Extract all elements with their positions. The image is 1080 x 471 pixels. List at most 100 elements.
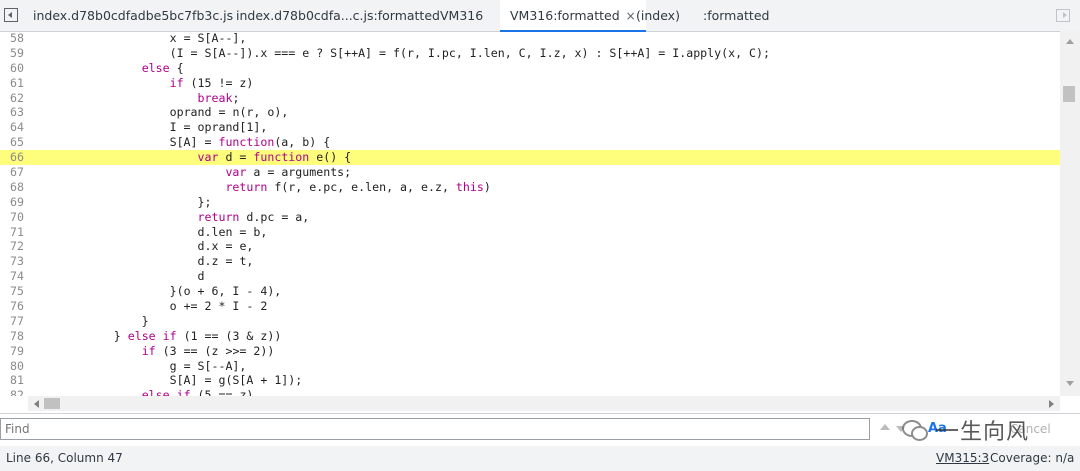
line-number[interactable]: 80 [0, 359, 24, 374]
line-number[interactable]: 64 [0, 120, 24, 135]
coverage-status: Coverage: n/a [990, 451, 1075, 465]
line-number[interactable]: 59 [0, 46, 24, 61]
code-line[interactable]: 82 else if (5 == z) [0, 388, 1060, 396]
keyword-token: else [127, 328, 156, 343]
code-line[interactable]: 68 return f(r, e.pc, e.len, a, e.z, this… [0, 180, 1060, 195]
line-number[interactable]: 61 [0, 76, 24, 91]
code-text: o += 2 * I - 2 [169, 299, 268, 314]
tab-index-js[interactable]: index.d78b0cdfadbe5bc7fb3c.js [33, 0, 233, 31]
code-line[interactable]: 73 d.z = t, [0, 254, 1060, 269]
code-line[interactable]: 76 o += 2 * I - 2 [0, 299, 1060, 314]
keyword-token: else [141, 388, 170, 396]
code-line[interactable]: 75 }(o + 6, I - 4), [0, 284, 1060, 299]
code-text: g = S[--A], [169, 358, 247, 373]
tab-index-html[interactable]: (index) [636, 0, 680, 31]
code-line[interactable]: 81 S[A] = g(S[A + 1]); [0, 373, 1060, 388]
code-line[interactable]: 80 g = S[--A], [0, 359, 1060, 374]
code-line[interactable]: 63 oprand = n(r, o), [0, 105, 1060, 120]
line-number[interactable]: 76 [0, 299, 24, 314]
code-line[interactable]: 58 x = S[A--], [0, 31, 1060, 46]
tab-vm316[interactable]: VM316 [440, 0, 483, 31]
find-previous-icon[interactable] [880, 424, 890, 430]
code-editor[interactable]: 58 x = S[A--], 59 (I = S[A--]).x === e ? … [0, 31, 1060, 396]
scroll-thumb[interactable] [1063, 86, 1075, 102]
code-line[interactable]: 72 d.x = e, [0, 239, 1060, 254]
code-text: d.z = t, [197, 254, 254, 269]
horizontal-scroll-thumb[interactable] [44, 398, 60, 409]
line-number[interactable]: 81 [0, 373, 24, 388]
tab-formatted[interactable]: :formatted [703, 0, 769, 31]
code-text: return d.pc = a, [197, 209, 310, 224]
line-number[interactable]: 77 [0, 314, 24, 329]
code-text: var a = arguments; [225, 165, 352, 180]
line-number[interactable]: 70 [0, 210, 24, 225]
code-line[interactable]: 79 if (3 == (z >>= 2)) [0, 344, 1060, 359]
keyword-token: this [455, 179, 484, 194]
line-number[interactable]: 74 [0, 269, 24, 284]
line-number[interactable]: 66 [0, 150, 24, 165]
scroll-left-icon[interactable] [34, 400, 39, 408]
line-number[interactable]: 69 [0, 195, 24, 210]
line-number[interactable]: 60 [0, 61, 24, 76]
wechat-logo-icon [900, 417, 928, 441]
scroll-right-icon[interactable] [1049, 400, 1054, 408]
code-line[interactable]: 70 return d.pc = a, [0, 210, 1060, 225]
line-number[interactable]: 75 [0, 284, 24, 299]
code-line[interactable]: 66 var d = function e() { [0, 150, 1060, 166]
line-number[interactable]: 71 [0, 225, 24, 240]
code-line[interactable]: 67 var a = arguments; [0, 165, 1060, 180]
line-number[interactable]: 78 [0, 329, 24, 344]
code-line[interactable]: 74 d [0, 269, 1060, 284]
watermark: 生向风 [900, 415, 1080, 445]
code-line[interactable]: 71 d.len = b, [0, 225, 1060, 240]
line-number[interactable]: 58 [0, 31, 24, 46]
code-line[interactable]: 69 }; [0, 195, 1060, 210]
find-input[interactable] [0, 418, 870, 440]
line-number[interactable]: 68 [0, 180, 24, 195]
code-text: d.len = b, [197, 224, 268, 239]
line-number[interactable]: 79 [0, 344, 24, 359]
vertical-scrollbar[interactable] [1060, 31, 1080, 396]
scroll-up-icon[interactable] [1066, 39, 1074, 44]
code-text: else { [141, 60, 184, 75]
line-number[interactable]: 63 [0, 105, 24, 120]
code-line[interactable]: 77 } [0, 314, 1060, 329]
horizontal-scrollbar[interactable] [28, 396, 1060, 411]
code-line[interactable]: 62 break; [0, 91, 1060, 106]
code-text: I = oprand[1], [30, 120, 268, 135]
editor-tab-bar: index.d78b0cdfadbe5bc7fb3c.js index.d78b… [0, 0, 1080, 32]
keyword-token: return [197, 209, 240, 224]
code-line[interactable]: 78 } else if (1 == (3 & z)) [0, 329, 1060, 344]
line-number[interactable]: 73 [0, 254, 24, 269]
close-tab-icon[interactable]: × [626, 9, 636, 23]
keyword-token: var [225, 165, 247, 180]
keyword-token: else [141, 60, 170, 75]
line-number[interactable]: 82 [0, 388, 24, 396]
code-line[interactable]: 60 else { [0, 61, 1060, 76]
code-text: return f(r, e.pc, e.len, a, e.z, this) [225, 179, 491, 194]
code-line[interactable]: 61 if (15 != z) [0, 76, 1060, 91]
keyword-token: break [197, 90, 233, 105]
code-text: } else if (1 == (3 & z)) [30, 328, 282, 343]
toggle-navigator-icon[interactable] [4, 8, 18, 22]
tab-index-js-formatted[interactable]: index.d78b0cdfa...c.js:formatted [236, 0, 440, 31]
code-line[interactable]: 65 S[A] = function(a, b) { [0, 135, 1060, 150]
code-text: var d = function e() { [197, 150, 352, 165]
code-line[interactable]: 59 (I = S[A--]).x === e ? S[++A] = f(r, … [0, 46, 1060, 61]
keyword-token: if [141, 343, 156, 358]
toggle-debugger-icon[interactable] [1056, 9, 1070, 22]
line-number[interactable]: 65 [0, 135, 24, 150]
scroll-down-icon[interactable] [1066, 381, 1074, 386]
cursor-position: Line 66, Column 47 [6, 451, 123, 465]
line-number[interactable]: 62 [0, 91, 24, 106]
line-number[interactable]: 72 [0, 239, 24, 254]
code-line[interactable]: 64 I = oprand[1], [0, 120, 1060, 135]
code-text: if (15 != z) [169, 75, 254, 90]
tab-vm316-formatted[interactable]: VM316:formatted × [500, 0, 646, 32]
code-text: break; [197, 90, 240, 105]
line-number[interactable]: 67 [0, 165, 24, 180]
keyword-token: return [225, 179, 268, 194]
keyword-token: if [176, 388, 191, 396]
keyword-token: if [162, 328, 177, 343]
source-link[interactable]: VM315:3 [936, 446, 989, 471]
